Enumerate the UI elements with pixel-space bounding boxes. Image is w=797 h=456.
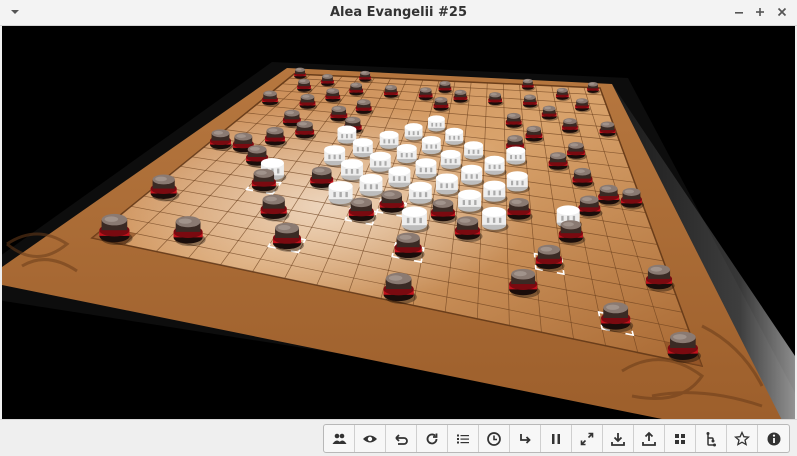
white-piece[interactable] (464, 141, 485, 162)
white-piece[interactable] (483, 180, 508, 204)
rotate-icon (424, 431, 440, 447)
layout-button[interactable] (665, 425, 696, 452)
share-button[interactable] (634, 425, 665, 452)
white-piece[interactable] (435, 173, 461, 197)
white-piece[interactable] (421, 136, 443, 156)
white-piece[interactable] (359, 173, 385, 199)
grid-icon (672, 431, 688, 447)
clock-button[interactable] (479, 425, 510, 452)
view-button[interactable] (355, 425, 386, 452)
bottom-toolbar (0, 419, 797, 456)
undo-icon (393, 431, 409, 447)
white-piece[interactable] (415, 158, 439, 181)
white-piece[interactable] (482, 206, 509, 233)
white-piece[interactable] (506, 171, 530, 194)
star-icon (734, 430, 750, 447)
minimize-icon[interactable] (730, 3, 748, 21)
white-piece[interactable] (458, 189, 484, 214)
tree-button[interactable] (696, 425, 727, 452)
redo-button[interactable] (510, 425, 541, 452)
players-icon (331, 431, 347, 447)
window-title: Alea Evangelii #25 (329, 5, 467, 20)
info-icon (766, 431, 782, 447)
white-piece[interactable] (506, 146, 528, 167)
white-piece[interactable] (440, 149, 463, 171)
maximize-icon[interactable] (751, 3, 769, 21)
eye-icon (362, 431, 378, 447)
favorite-button[interactable] (727, 425, 758, 452)
pause-button[interactable] (541, 425, 572, 452)
redo-arrow-icon (517, 431, 533, 447)
list-icon (455, 431, 471, 447)
white-piece[interactable] (401, 206, 430, 233)
upload-icon (641, 431, 657, 447)
download-icon (610, 431, 626, 447)
players-button[interactable] (324, 425, 355, 452)
white-piece[interactable] (461, 164, 485, 187)
fullscreen-icon (579, 431, 595, 447)
fullscreen-button[interactable] (572, 425, 603, 452)
undo-button[interactable] (386, 425, 417, 452)
white-piece[interactable] (484, 155, 507, 177)
title-bar: Alea Evangelii #25 (0, 0, 797, 26)
white-piece[interactable] (408, 181, 435, 206)
save-button[interactable] (603, 425, 634, 452)
white-piece[interactable] (445, 127, 465, 147)
white-piece[interactable] (427, 115, 447, 134)
pause-icon (548, 431, 564, 447)
clock-icon (486, 431, 502, 447)
game-viewport[interactable] (2, 26, 795, 419)
game-board-3d[interactable] (2, 26, 795, 419)
white-piece[interactable] (404, 123, 425, 142)
white-piece[interactable] (396, 144, 419, 165)
app-window: Alea Evangelii #25 (0, 0, 797, 456)
toolbar-button-group (323, 424, 790, 453)
restart-button[interactable] (417, 425, 448, 452)
tree-icon (703, 431, 719, 447)
close-icon[interactable] (773, 3, 791, 21)
info-button[interactable] (758, 425, 789, 452)
moves-list-button[interactable] (448, 425, 479, 452)
